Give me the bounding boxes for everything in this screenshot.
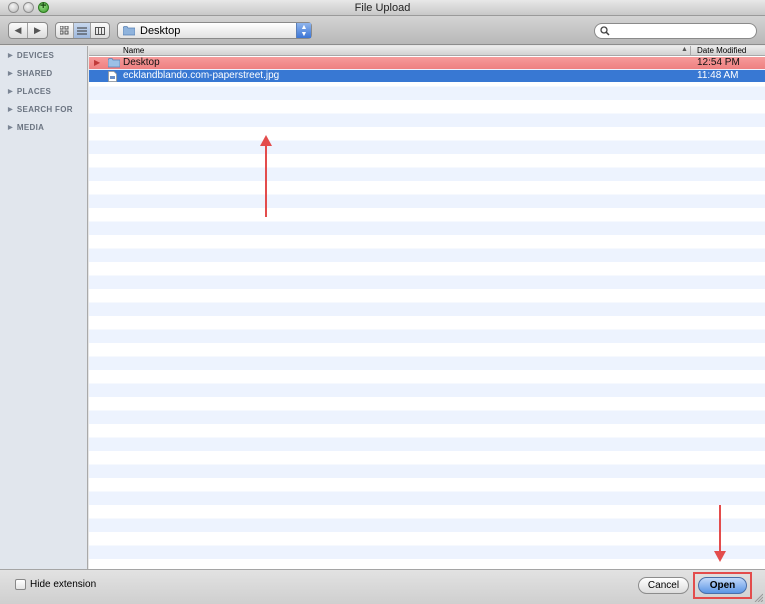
file-name: ecklandblando.com-paperstreet.jpg <box>123 70 280 81</box>
table-row[interactable]: ecklandblando.com-paperstreet.jpg 11:48 … <box>89 70 765 82</box>
sidebar-item-label: PLACES <box>16 86 52 96</box>
grid-icon <box>59 26 69 35</box>
search-field[interactable] <box>594 23 757 39</box>
view-mode-buttons <box>55 22 110 39</box>
sidebar-item-devices[interactable]: ▶ DEVICES <box>0 46 87 64</box>
file-date-modified: 12:54 PM <box>697 57 740 68</box>
sidebar-item-label: MEDIA <box>16 122 45 132</box>
image-file-icon <box>108 71 117 82</box>
annotation-arrow-down-icon <box>714 505 726 562</box>
folder-icon <box>108 58 120 68</box>
list-view-button[interactable] <box>73 23 92 38</box>
sidebar-item-shared[interactable]: ▶ SHARED <box>0 64 87 82</box>
disclosure-triangle-icon: ▶ <box>8 106 13 113</box>
back-button[interactable]: ◀ <box>9 23 28 38</box>
column-header: Name ▲ Date Modified <box>89 46 765 56</box>
file-list[interactable]: Name ▲ Date Modified ▶ Desktop 12:54 PM … <box>89 46 765 569</box>
popup-arrows-icon: ▲ ▼ <box>296 23 311 38</box>
resize-grip-icon[interactable] <box>753 592 763 602</box>
search-icon <box>600 26 610 36</box>
location-popup[interactable]: Desktop ▲ ▼ <box>117 22 312 39</box>
bottom-bar: Hide extension Cancel Open <box>0 569 765 604</box>
location-label: Desktop <box>140 24 181 37</box>
list-icon <box>77 27 87 34</box>
sidebar-item-label: SHARED <box>16 68 53 78</box>
date-modified-column-header[interactable]: Date Modified <box>697 46 746 55</box>
annotation-arrow-up-icon <box>260 135 272 217</box>
sidebar-item-label: SEARCH FOR <box>16 104 73 114</box>
sidebar-item-label: DEVICES <box>16 50 55 60</box>
sidebar-item-media[interactable]: ▶ MEDIA <box>0 118 87 136</box>
toolbar: ◀ ▶ Desktop ▲ ▼ <box>0 16 765 45</box>
name-column-header[interactable]: Name <box>123 46 144 55</box>
icon-view-button[interactable] <box>56 23 74 38</box>
sort-ascending-icon: ▲ <box>681 46 688 53</box>
columns-icon <box>95 26 106 35</box>
disclosure-triangle-icon: ▶ <box>8 70 13 77</box>
disclosure-triangle-icon: ▶ <box>8 88 13 95</box>
hide-extension-checkbox[interactable] <box>15 579 26 590</box>
sidebar: ▶ DEVICES ▶ SHARED ▶ PLACES ▶ SEARCH FOR ▶ ME… <box>0 46 88 569</box>
table-row[interactable]: ▶ Desktop 12:54 PM <box>89 57 765 69</box>
sidebar-item-search-for[interactable]: ▶ SEARCH FOR <box>0 100 87 118</box>
disclosure-triangle-icon: ▶ <box>8 52 13 59</box>
window-title: File Upload <box>354 2 411 14</box>
hide-extension-label[interactable]: Hide extension <box>30 579 96 590</box>
annotation-highlight-box <box>693 572 752 599</box>
column-view-button[interactable] <box>91 23 109 38</box>
forward-arrow-icon: ▶ <box>34 25 41 35</box>
folder-icon <box>123 25 135 35</box>
file-name: Desktop <box>123 57 160 68</box>
file-date-modified: 11:48 AM <box>697 70 739 81</box>
sidebar-item-places[interactable]: ▶ PLACES <box>0 82 87 100</box>
navigation-buttons: ◀ ▶ <box>8 22 48 39</box>
column-divider[interactable] <box>690 46 691 56</box>
title-bar: File Upload <box>0 0 765 16</box>
disclosure-triangle-icon: ▶ <box>8 124 13 131</box>
forward-button[interactable]: ▶ <box>28 23 47 38</box>
back-arrow-icon: ◀ <box>14 25 22 35</box>
cancel-button[interactable]: Cancel <box>638 577 689 594</box>
disclosure-triangle-icon[interactable]: ▶ <box>94 58 100 67</box>
